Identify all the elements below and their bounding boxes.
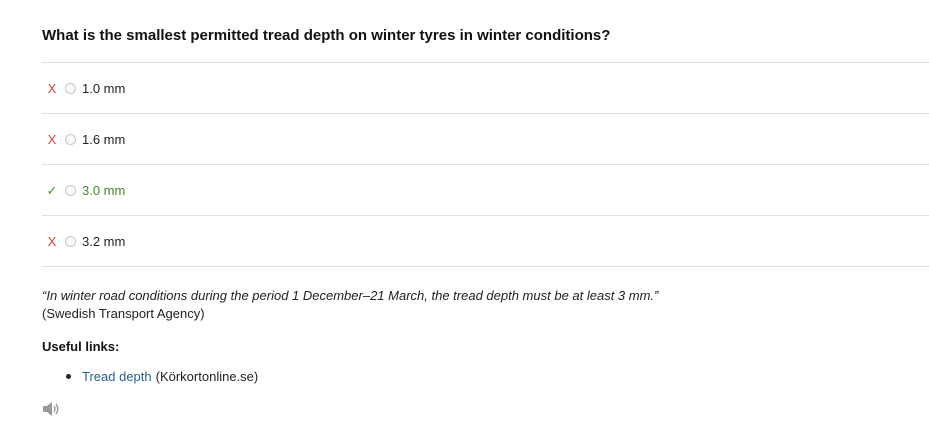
speaker-icon-graphic: [43, 402, 59, 416]
radio-button[interactable]: [65, 235, 76, 247]
answer-option[interactable]: X 3.2 mm: [42, 216, 929, 267]
list-item: Tread depth (Körkortonline.se): [66, 369, 258, 384]
useful-links-list: Tread depth (Körkortonline.se): [66, 369, 258, 384]
link-source: (Körkortonline.se): [155, 369, 259, 384]
explanation: “In winter road conditions during the pe…: [42, 287, 672, 323]
radio-button[interactable]: [65, 82, 76, 94]
answer-options: X 1.0 mm X 1.6 mm ✓ 3.0 mm X 3.2 mm: [42, 62, 929, 267]
explanation-source: (Swedish Transport Agency): [42, 306, 205, 321]
option-label: 3.0 mm: [82, 182, 126, 198]
question-text: What is the smallest permitted tread dep…: [42, 27, 611, 44]
wrong-mark-icon: X: [47, 233, 57, 249]
useful-links-title: Useful links:: [42, 339, 120, 354]
answer-option[interactable]: X 1.6 mm: [42, 114, 929, 165]
bullet-icon: [66, 374, 71, 379]
radio-button[interactable]: [65, 133, 76, 145]
tread-depth-link[interactable]: Tread depth: [82, 369, 152, 384]
radio-button[interactable]: [65, 184, 76, 196]
explanation-quote: “In winter road conditions during the pe…: [42, 288, 659, 303]
answer-option[interactable]: ✓ 3.0 mm: [42, 165, 929, 216]
check-mark-icon: ✓: [46, 182, 58, 198]
answer-option[interactable]: X 1.0 mm: [42, 63, 929, 114]
option-label: 1.6 mm: [82, 131, 126, 147]
option-label: 3.2 mm: [82, 233, 126, 249]
speaker-icon[interactable]: [42, 401, 60, 417]
option-label: 1.0 mm: [82, 80, 126, 96]
wrong-mark-icon: X: [47, 131, 57, 147]
wrong-mark-icon: X: [47, 80, 57, 96]
